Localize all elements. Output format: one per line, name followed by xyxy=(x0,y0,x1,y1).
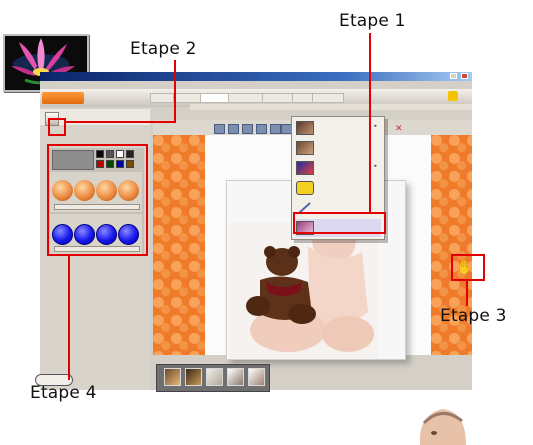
canvas-background-left xyxy=(153,135,205,355)
tab-4[interactable] xyxy=(228,93,264,103)
star-shape-icon xyxy=(296,181,314,195)
tab-1[interactable] xyxy=(150,93,174,103)
thumbnail-1[interactable] xyxy=(164,368,181,386)
color-icon xyxy=(296,141,314,155)
callout-box-etape4 xyxy=(47,144,148,256)
help-icon[interactable] xyxy=(448,91,458,101)
undo-icon[interactable] xyxy=(228,124,239,134)
etape-1-label: Etape 1 xyxy=(339,11,406,31)
etape-4-label: Etape 4 xyxy=(30,383,97,403)
callout-line-etape2-horizontal xyxy=(64,121,176,123)
redo-icon[interactable] xyxy=(242,124,253,134)
zoom-in-icon[interactable] xyxy=(270,124,281,134)
tab-5[interactable] xyxy=(262,93,294,103)
callout-line-etape4-vertical xyxy=(68,256,70,380)
submenu-arrow-icon: ▸ xyxy=(374,163,377,169)
baby-with-teddy-photo[interactable] xyxy=(230,222,378,358)
home-tab[interactable] xyxy=(42,92,84,104)
tab-3[interactable] xyxy=(200,93,230,103)
crop-icon[interactable] xyxy=(256,124,267,134)
sub-tab-strip xyxy=(190,104,472,110)
callout-line-etape2-vertical xyxy=(174,60,176,123)
callout-line-etape3-vertical xyxy=(466,281,468,306)
etape-2-label: Etape 2 xyxy=(130,39,197,59)
etape-3-label: Etape 3 xyxy=(440,306,507,326)
delete-icon[interactable]: ✕ xyxy=(395,124,403,133)
callout-line-etape1-vertical xyxy=(369,33,371,214)
callout-box-etape1 xyxy=(293,212,386,234)
background-icon xyxy=(296,161,314,175)
window-title-bar xyxy=(40,72,472,81)
save-icon[interactable] xyxy=(214,124,225,134)
presenter-photo xyxy=(419,409,466,445)
minimize-button[interactable] xyxy=(450,73,457,79)
close-button[interactable] xyxy=(461,73,468,79)
callout-box-etape2 xyxy=(48,118,66,136)
callout-box-etape3 xyxy=(451,254,485,281)
thumbnail-2[interactable] xyxy=(185,368,202,386)
thumbnail-4[interactable] xyxy=(227,368,244,386)
tab-2[interactable] xyxy=(174,93,202,103)
thumbnail-5[interactable] xyxy=(248,368,265,386)
tab-6[interactable] xyxy=(292,93,314,103)
menu-bar xyxy=(40,81,472,89)
tab-7[interactable] xyxy=(312,93,344,103)
thumbnail-3[interactable] xyxy=(206,368,223,386)
frames-icon xyxy=(296,121,314,135)
submenu-arrow-icon: ▸ xyxy=(374,123,377,129)
